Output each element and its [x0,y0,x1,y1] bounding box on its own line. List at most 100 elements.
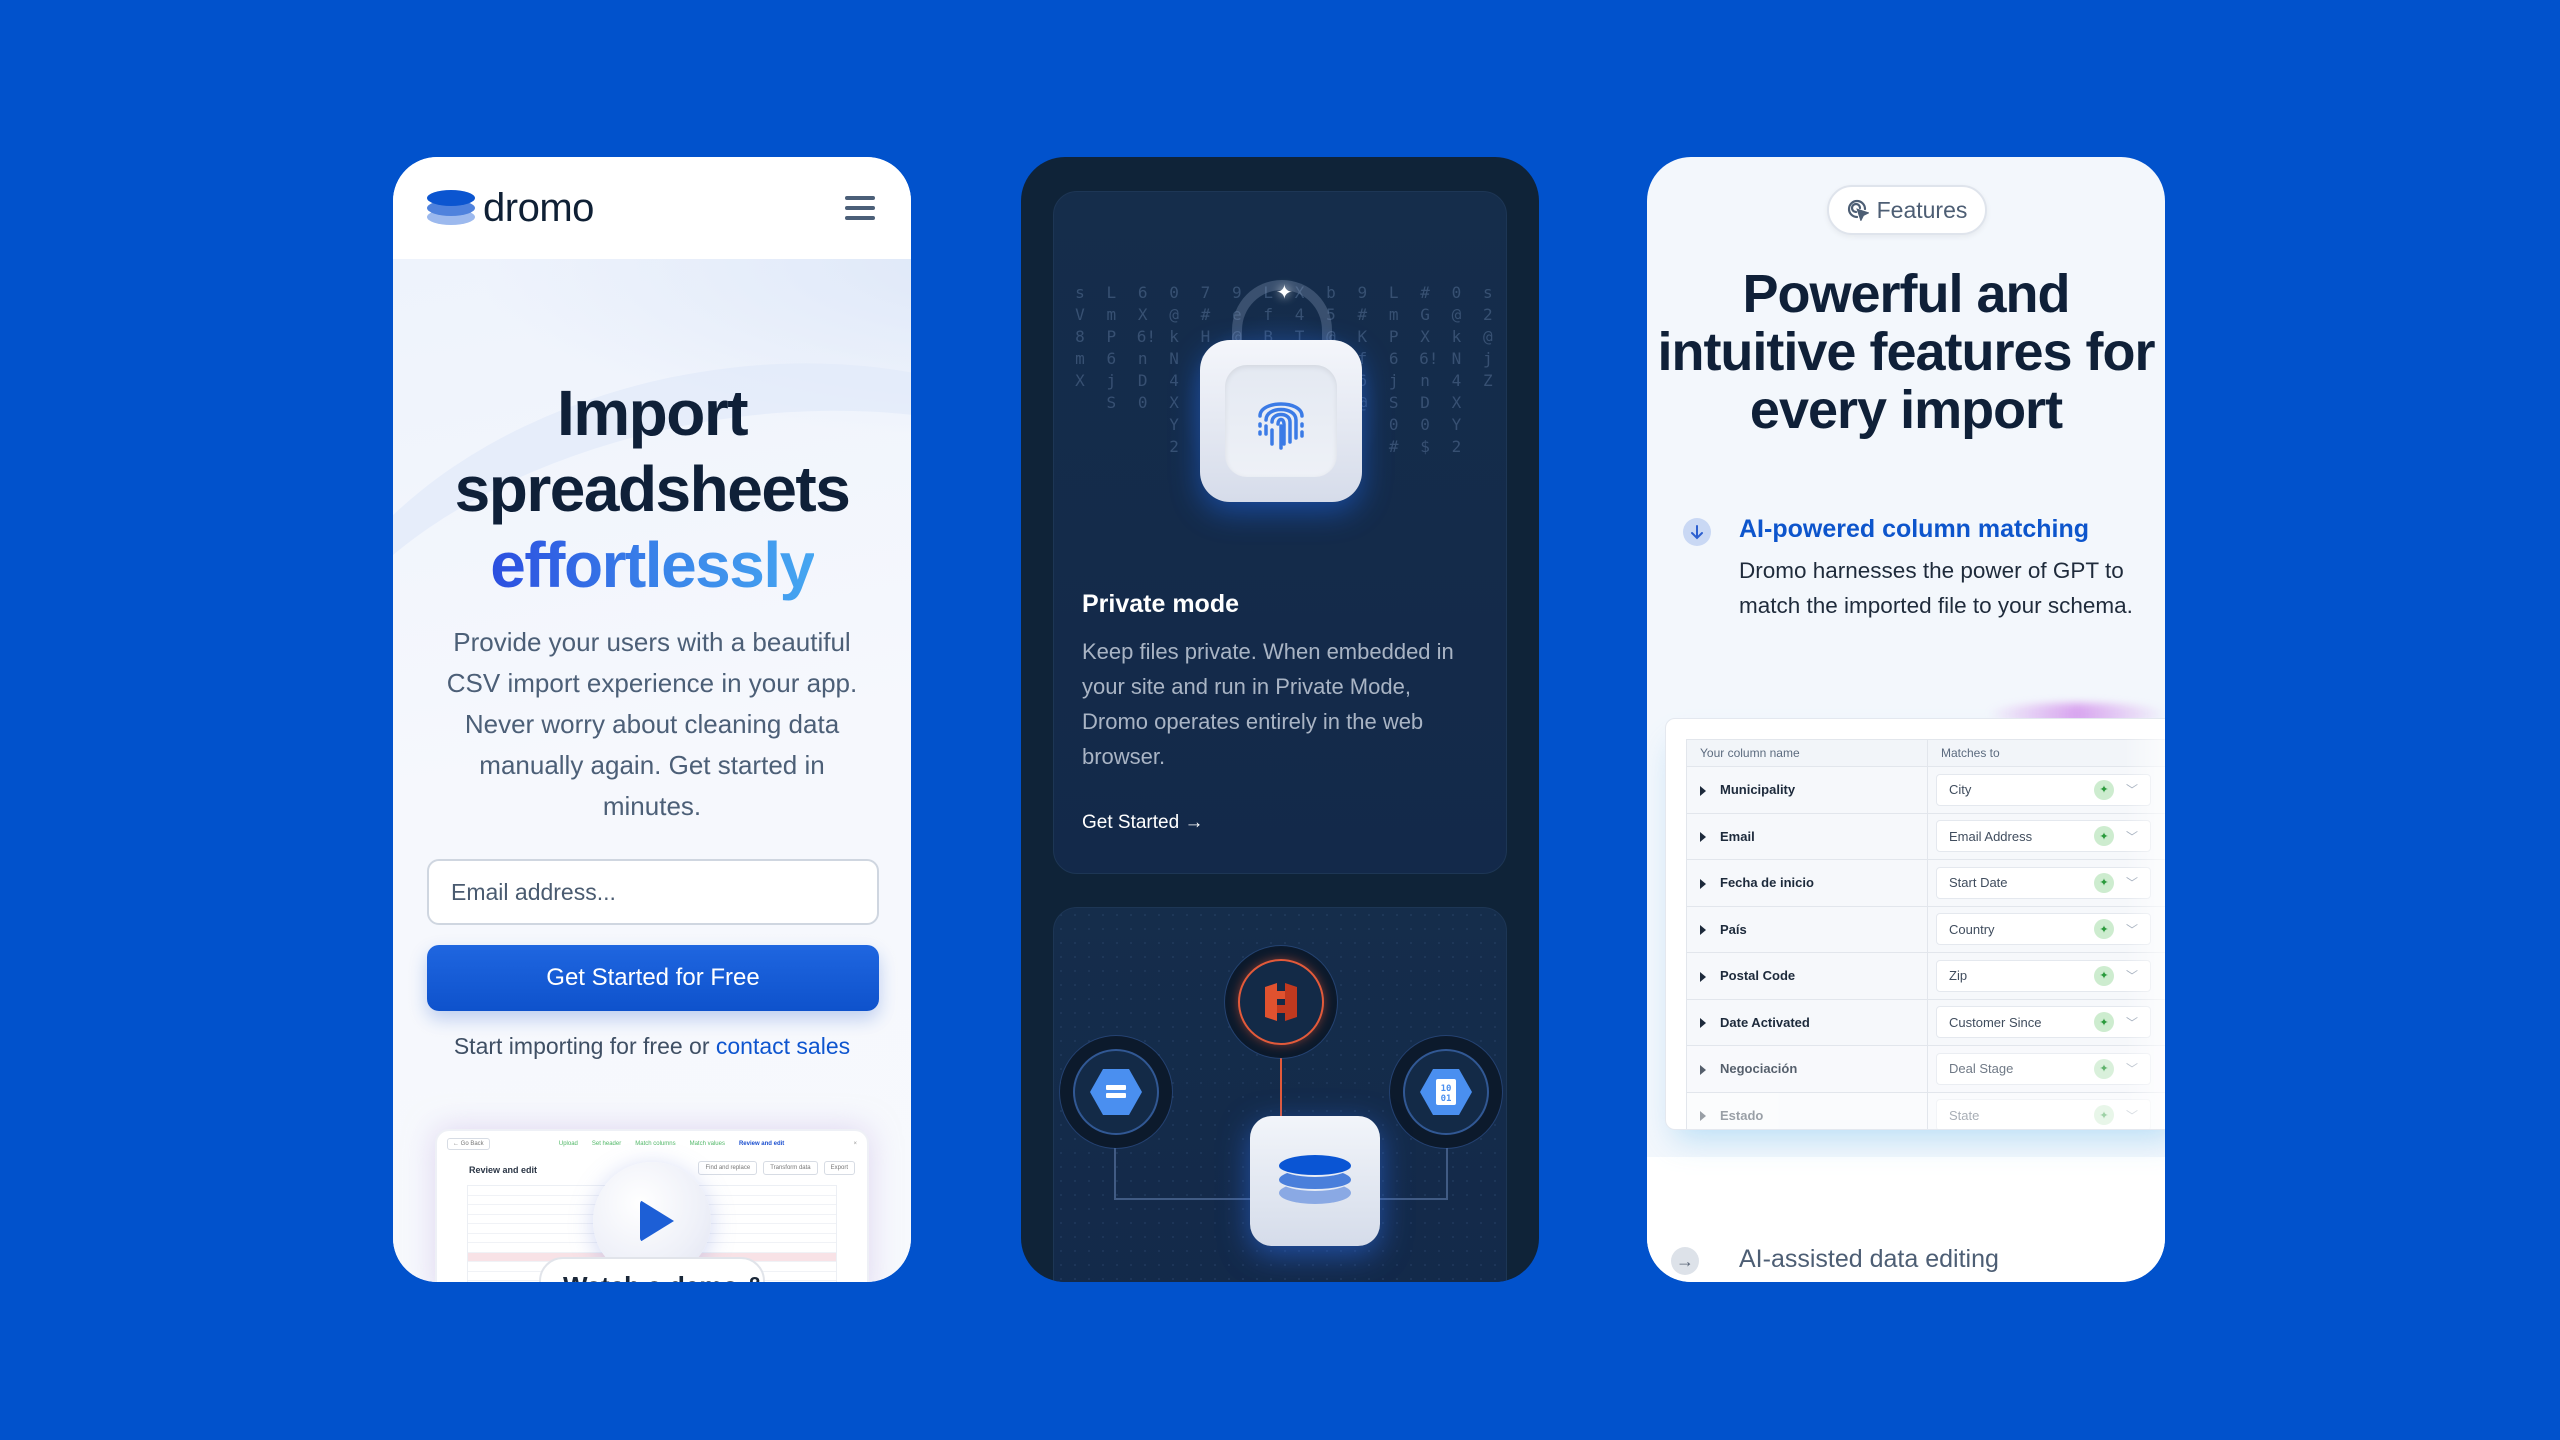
source-column-name: Date Activated [1720,1014,1810,1030]
ai-sparkle-icon: ✦ [2093,1058,2114,1079]
code-rain-column: 6X6!nD0 [1136,283,1157,412]
chevron-down-icon: ﹀ [2125,922,2138,937]
target-field-select[interactable]: Deal Stage ✦ ﹀ [1936,1052,2151,1085]
target-field-select[interactable]: City ✦ ﹀ [1936,773,2151,806]
site-header: dromo [393,157,911,259]
video-back-button: ← Go Back [447,1138,490,1150]
dromo-hub-icon [1250,1116,1380,1246]
play-icon [640,1200,674,1242]
source-column-cell[interactable]: País [1686,905,1928,953]
source-column-cell[interactable]: Fecha de inicio [1686,859,1928,907]
brand-name: dromo [483,185,594,230]
dromo-logo-icon [427,190,475,226]
column-matching-table: Your column name Matches to Municipality… [1686,739,2165,1129]
chevron-down-icon: ﹀ [2125,829,2138,844]
target-column-cell: City ✦ ﹀ [1927,766,2165,814]
target-column-cell: Email Address ✦ ﹀ [1927,812,2165,860]
video-step: Match columns [635,1141,676,1147]
features-phone-card: Features Powerful and intuitive features… [1647,157,2165,1282]
target-field-select[interactable]: State ✦ ﹀ [1936,1099,2151,1129]
chevron-down-icon: ﹀ [2125,969,2138,984]
target-field-select[interactable]: Zip ✦ ﹀ [1936,959,2151,992]
ai-sparkle-icon: ✦ [2093,919,2114,940]
expand-caret-icon[interactable] [1700,1111,1706,1122]
code-rain-column: sV8mX [1075,283,1085,390]
video-tool: Find and replace [698,1161,758,1175]
video-step: Upload [558,1141,578,1147]
code-rain-column: 0@kN4XY2 [1451,283,1462,456]
hamburger-menu-icon[interactable] [845,196,875,220]
code-rain-column: #GX6!nD0$ [1419,283,1439,456]
cursor-click-icon [1847,199,1869,221]
dromo-logo[interactable]: dromo [427,186,594,231]
expand-caret-icon[interactable] [1700,1064,1706,1075]
code-rain-column: LmP6jS0# [1388,283,1399,456]
arrow-down-icon [1683,518,1711,546]
bigquery-file-icon: 10 01 [1420,1069,1472,1115]
features-pill: Features [1827,185,1987,235]
target-field-value: Zip [1949,968,1968,984]
cta-note: Start importing for free or contact sale… [393,1033,911,1060]
target-field-value: Start Date [1949,875,2008,891]
target-column-cell: Deal Stage ✦ ﹀ [1927,1045,2165,1093]
feature-ai-data-editing[interactable]: AI-assisted data editing [1739,1245,1999,1274]
table-row: Negociación Deal Stage ✦ ﹀ [1686,1045,2165,1093]
expand-caret-icon[interactable] [1700,1018,1706,1029]
video-step: Set header [591,1141,622,1147]
private-mode-get-started-link[interactable]: Get Started → [1082,812,1203,834]
target-column-cell: Country ✦ ﹀ [1927,905,2165,953]
expand-caret-icon[interactable] [1700,878,1706,889]
ai-sparkle-icon: ✦ [2093,1105,2114,1126]
target-field-select[interactable]: Customer Since ✦ ﹀ [1936,1006,2151,1039]
aws-s3-icon [1265,983,1297,1021]
target-field-select[interactable]: Email Address ✦ ﹀ [1936,820,2151,853]
chevron-down-icon: ﹀ [2125,1108,2138,1123]
source-column-cell[interactable]: Date Activated [1686,998,1928,1046]
target-field-value: City [1949,782,1972,798]
target-field-select[interactable]: Country ✦ ﹀ [1936,913,2151,946]
private-mode-description: Keep files private. When embedded in you… [1082,639,1454,769]
hero-title-line2: spreadsheets [454,453,851,525]
connector-line [1380,1198,1448,1200]
video-tool: Transform data [763,1161,818,1175]
chevron-down-icon: ﹀ [2125,783,2138,798]
target-field-value: State [1949,1107,1980,1123]
features-title: Powerful and intuitive features for ever… [1657,264,2155,440]
hero-phone-card: dromo Import spreadsheets effortlessly P… [393,157,911,1282]
ai-sparkle-icon: ✦ [2093,1012,2114,1033]
integration-node-bigquery: 10 01 [1390,1036,1502,1148]
source-column-cell[interactable]: Estado [1686,1091,1928,1129]
get-started-free-button[interactable]: Get Started for Free [427,945,879,1011]
watch-demo-pill[interactable]: Watch a demo & ... [539,1257,765,1282]
padlock-icon [1200,340,1362,502]
source-column-cell[interactable]: Municipality [1686,766,1928,814]
cta-note-text: Start importing for free or [453,1033,716,1059]
target-field-select[interactable]: Start Date ✦ ﹀ [1936,866,2151,899]
source-column-name: Municipality [1720,782,1796,798]
expand-caret-icon[interactable] [1700,832,1706,843]
source-column-name: Fecha de inicio [1720,875,1814,891]
email-input[interactable] [427,859,879,925]
target-field-value: Country [1949,921,1995,937]
expand-caret-icon[interactable] [1700,785,1706,796]
chevron-down-icon: ﹀ [2125,1015,2138,1030]
contact-sales-link[interactable]: contact sales [716,1033,850,1059]
table-row: Estado State ✦ ﹀ [1686,1091,2165,1129]
features-pill-label: Features [1876,196,1968,223]
video-step: Match values [689,1141,725,1147]
video-tool: Export [823,1161,855,1175]
source-column-cell[interactable]: Postal Code [1686,952,1928,1000]
expand-caret-icon[interactable] [1700,971,1706,982]
table-row: Postal Code Zip ✦ ﹀ [1686,952,2165,1000]
ai-sparkle-icon: ✦ [2093,826,2114,847]
ai-sparkle-icon: ✦ [2093,872,2114,893]
svg-text:10: 10 [1441,1084,1452,1094]
ai-sparkle-icon: ✦ [2093,965,2114,986]
source-column-cell[interactable]: Email [1686,812,1928,860]
expand-caret-icon[interactable] [1700,925,1706,936]
feature-ai-column-matching[interactable]: AI-powered column matching [1739,515,2089,544]
source-column-cell[interactable]: Negociación [1686,1045,1928,1093]
table-row: Email Email Address ✦ ﹀ [1686,812,2165,860]
col-header-target: Matches to [1927,739,2165,767]
video-title: Review and edit [469,1165,538,1175]
